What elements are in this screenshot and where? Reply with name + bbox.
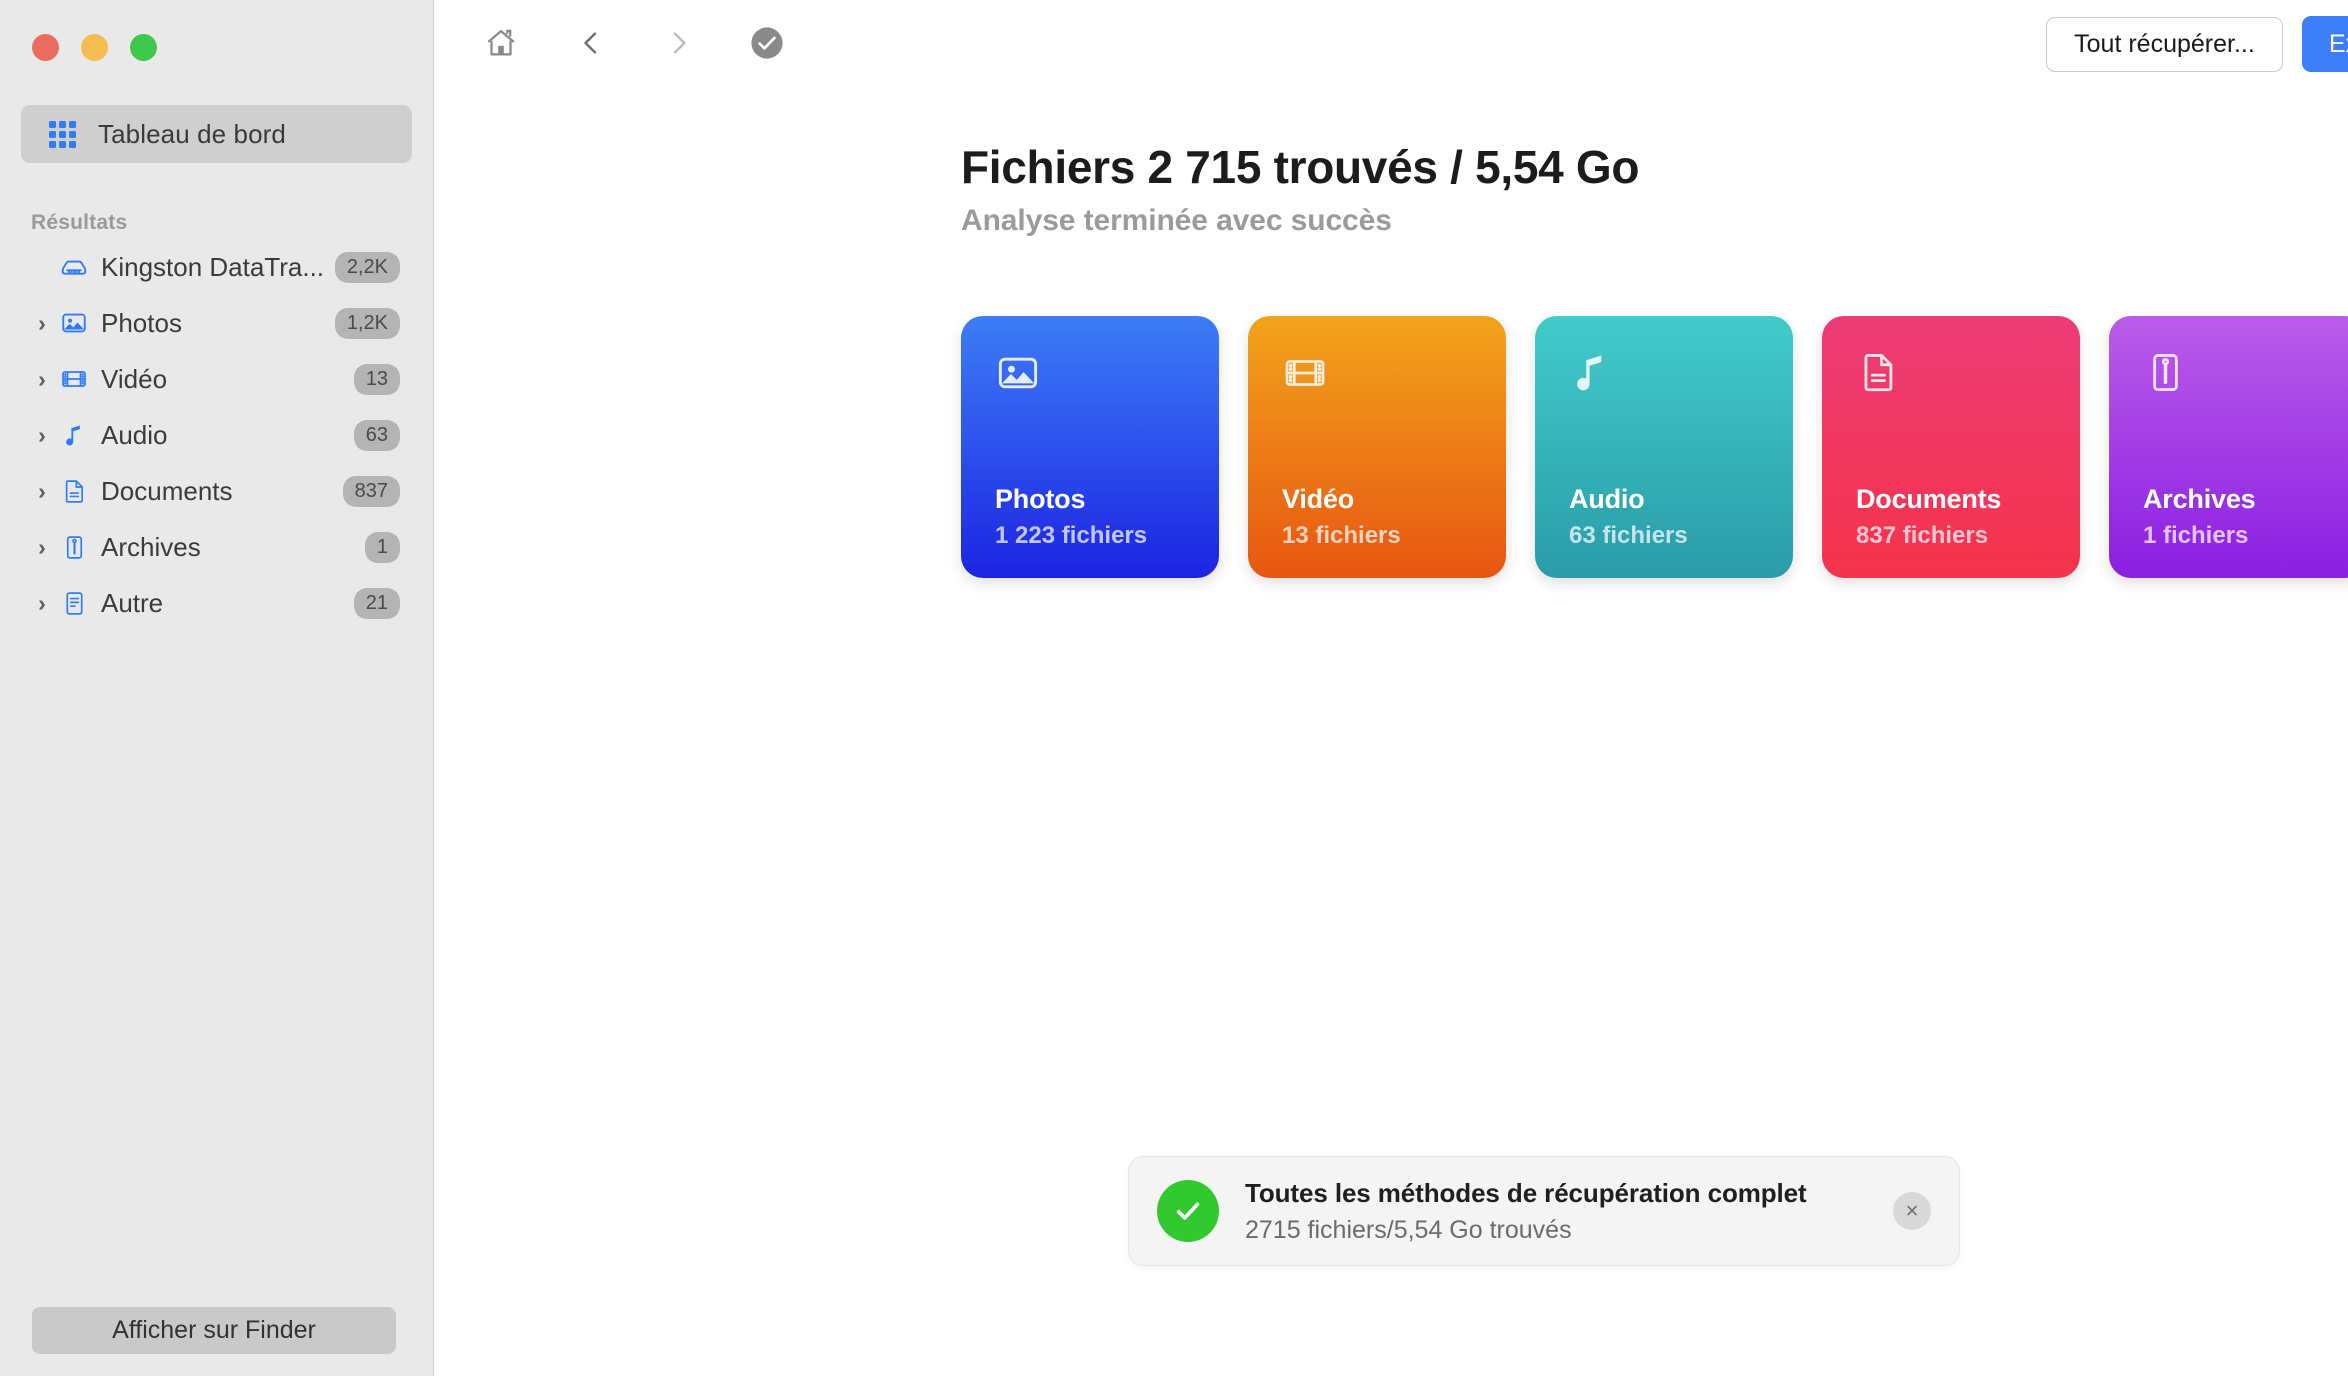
file-icon	[55, 590, 93, 617]
page-subtitle: Analyse terminée avec succès	[961, 204, 1392, 237]
sidebar-item-documents[interactable]: › Documents 837	[21, 463, 412, 519]
check-circle-icon	[750, 26, 784, 63]
sidebar-item-badge: 13	[353, 363, 400, 395]
chevron-left-icon	[576, 28, 606, 61]
home-button[interactable]	[470, 13, 532, 75]
sidebar-item-kingston[interactable]: › Kingston DataTra... 2,2K	[21, 239, 412, 295]
review-found-items-button[interactable]: Examiner objets trouvés	[2301, 16, 2348, 72]
music-icon	[55, 422, 93, 448]
card-title: Photos	[995, 484, 1086, 514]
film-icon	[55, 365, 93, 393]
category-cards: Photos 1 223 fichiers Vidéo 13 fichiers	[434, 238, 2348, 578]
card-text: Audio 63 fichiers	[1569, 484, 1688, 550]
toast-notification: Toutes les méthodes de récupération comp…	[1128, 1156, 1960, 1266]
chevron-right-icon[interactable]: ›	[29, 535, 55, 559]
page-header: Fichiers 2 715 trouvés / 5,54 Go Analyse…	[434, 88, 2348, 238]
archive-icon	[2143, 350, 2188, 395]
toast-body: Toutes les méthodes de récupération comp…	[1245, 1178, 1893, 1245]
sidebar-item-badge: 837	[342, 475, 400, 507]
sidebar: Tableau de bord Résultats › Kingston Dat…	[0, 0, 434, 1376]
music-icon	[1569, 350, 1613, 394]
card-count: 13 fichiers	[1282, 522, 1401, 549]
sidebar-item-dashboard-label: Tableau de bord	[98, 118, 286, 149]
recover-all-button[interactable]: Tout récupérer...	[2046, 16, 2283, 72]
sidebar-item-badge: 21	[353, 587, 400, 619]
film-icon	[1282, 350, 1328, 396]
sidebar-item-photos[interactable]: › Photos 1,2K	[21, 295, 412, 351]
category-card-video[interactable]: Vidéo 13 fichiers	[1248, 316, 1506, 578]
card-title: Documents	[1856, 484, 2002, 514]
sidebar-item-label: Photos	[101, 307, 182, 338]
home-icon	[484, 26, 518, 63]
card-title: Vidéo	[1282, 484, 1355, 514]
disk-icon	[55, 252, 93, 282]
check-circle-green-icon	[1157, 1180, 1219, 1242]
archive-icon	[55, 534, 93, 561]
sidebar-item-badge: 2,2K	[334, 251, 400, 283]
chevron-right-icon[interactable]: ›	[29, 479, 55, 503]
sidebar-item-label: Kingston DataTra...	[101, 251, 325, 282]
card-title: Audio	[1569, 484, 1645, 514]
zoom-button[interactable]	[130, 34, 157, 61]
toast-subtitle: 2715 fichiers/5,54 Go trouvés	[1245, 1215, 1572, 1244]
sidebar-item-label: Documents	[101, 475, 233, 506]
card-text: Archives 1 fichiers	[2143, 484, 2256, 550]
sidebar-item-label: Archives	[101, 531, 201, 562]
chevron-right-icon[interactable]: ›	[29, 311, 55, 335]
sidebar-item-label: Audio	[101, 419, 168, 450]
image-icon	[995, 350, 1041, 396]
sidebar-item-autre[interactable]: › Autre 21	[21, 575, 412, 631]
back-button[interactable]	[560, 13, 622, 75]
category-card-documents[interactable]: Documents 837 fichiers	[1822, 316, 2080, 578]
close-button[interactable]	[32, 34, 59, 61]
chevron-right-icon	[664, 28, 694, 61]
sidebar-item-label: Autre	[101, 587, 164, 618]
chevron-right-icon[interactable]: ›	[29, 367, 55, 391]
app-window: Tableau de bord Résultats › Kingston Dat…	[0, 0, 2348, 1376]
forward-button[interactable]	[648, 13, 710, 75]
show-in-finder-button[interactable]: Afficher sur Finder	[32, 1307, 396, 1354]
document-icon	[1856, 350, 1901, 395]
sidebar-results-tree: › Kingston DataTra... 2,2K ›	[0, 239, 433, 631]
card-title: Archives	[2143, 484, 2256, 514]
card-count: 1 fichiers	[2143, 522, 2249, 549]
chevron-right-icon[interactable]: ›	[29, 423, 55, 447]
minimize-button[interactable]	[81, 34, 108, 61]
window-traffic-lights	[0, 0, 433, 61]
card-count: 837 fichiers	[1856, 522, 1989, 549]
sidebar-item-audio[interactable]: › Audio 63	[21, 407, 412, 463]
chevron-right-icon: ›	[29, 256, 55, 279]
card-text: Vidéo 13 fichiers	[1282, 484, 1401, 550]
sidebar-item-archives[interactable]: › Archives 1	[21, 519, 412, 575]
category-card-photos[interactable]: Photos 1 223 fichiers	[961, 316, 1219, 578]
page-title: Fichiers 2 715 trouvés / 5,54 Go	[961, 141, 1640, 193]
image-icon	[55, 309, 93, 337]
sidebar-item-badge: 1,2K	[334, 307, 400, 339]
grid-icon	[49, 120, 76, 148]
category-card-audio[interactable]: Audio 63 fichiers	[1535, 316, 1793, 578]
sidebar-section-results-label: Résultats	[31, 211, 128, 234]
sidebar-item-dashboard[interactable]: Tableau de bord	[21, 105, 412, 163]
category-card-archives[interactable]: Archives 1 fichiers	[2109, 316, 2348, 578]
card-count: 1 223 fichiers	[995, 522, 1148, 549]
chevron-right-icon[interactable]: ›	[29, 591, 55, 615]
sidebar-item-label: Vidéo	[101, 363, 168, 394]
toolbar: Tout récupérer... Examiner objets trouvé…	[434, 0, 2348, 88]
card-text: Documents 837 fichiers	[1856, 484, 2001, 550]
card-text: Photos 1 223 fichiers	[995, 484, 1147, 550]
toast-title: Toutes les méthodes de récupération comp…	[1245, 1177, 1807, 1208]
document-icon	[55, 478, 93, 505]
main-content: Tout récupérer... Examiner objets trouvé…	[434, 0, 2348, 1376]
sidebar-item-badge: 1	[364, 531, 400, 563]
scan-status-button[interactable]	[736, 13, 798, 75]
sidebar-item-video[interactable]: › Vidéo 13	[21, 351, 412, 407]
card-count: 63 fichiers	[1569, 522, 1688, 549]
toast-close-button[interactable]: ×	[1893, 1192, 1931, 1230]
sidebar-item-badge: 63	[353, 419, 400, 451]
